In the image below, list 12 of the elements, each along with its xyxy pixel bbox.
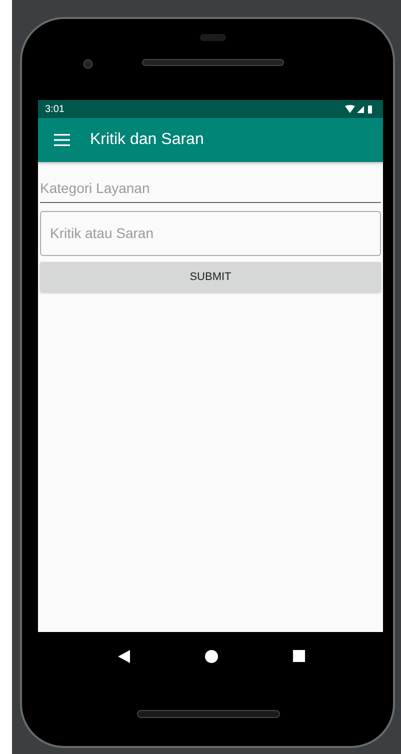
home-icon[interactable] — [204, 650, 218, 662]
back-icon[interactable] — [118, 650, 130, 662]
submit-button[interactable]: SUBMIT — [40, 262, 381, 292]
recents-icon[interactable] — [293, 650, 306, 662]
app-bar-title: Kritik dan Saran — [90, 130, 204, 150]
feedback-field[interactable]: Kritik atau Saran — [40, 211, 381, 256]
status-icons — [345, 104, 375, 114]
camera-lens — [83, 59, 93, 69]
category-field[interactable]: Kategori Layanan — [40, 174, 381, 203]
menu-icon[interactable] — [54, 134, 70, 146]
earpiece — [200, 34, 226, 41]
status-time: 3:01 — [45, 102, 64, 116]
